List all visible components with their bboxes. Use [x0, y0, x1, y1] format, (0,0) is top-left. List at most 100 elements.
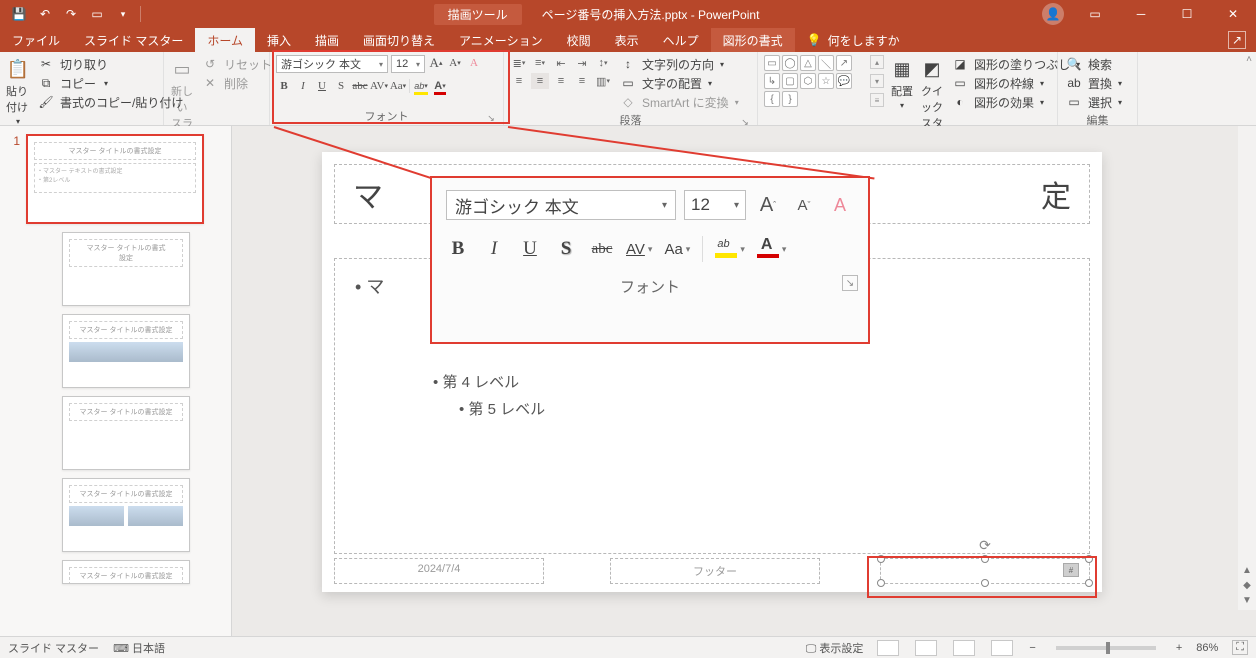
fit-to-window-icon[interactable]: ⛶ — [1232, 640, 1248, 655]
slideshow-view-icon[interactable] — [991, 640, 1013, 656]
bold-button[interactable]: B — [276, 78, 292, 94]
tab-shape-format[interactable]: 図形の書式 — [711, 28, 795, 52]
selection-handle[interactable] — [877, 579, 885, 587]
zoom-in-icon[interactable]: + — [1176, 642, 1182, 654]
tab-home[interactable]: ホーム — [195, 28, 255, 52]
font-size-combo[interactable]: 12▾ — [391, 55, 425, 73]
callout-increase-font-button[interactable]: Aˆ — [754, 191, 782, 219]
align-text-button[interactable]: ▭文字の配置▾ — [618, 74, 741, 92]
shape-arrow-icon[interactable]: ↗ — [836, 55, 852, 71]
bullets-button[interactable]: ≣▾ — [510, 55, 528, 71]
vertical-scrollbar[interactable]: ▲ ◆ ▼ — [1238, 126, 1256, 610]
find-button[interactable]: 🔍検索 — [1064, 55, 1124, 73]
font-name-combo[interactable]: 游ゴシック 本文▾ — [276, 55, 388, 73]
convert-smartart-button[interactable]: ◇SmartArt に変換▾ — [618, 93, 741, 111]
qat-customize-icon[interactable]: ▾ — [112, 3, 134, 25]
line-spacing-button[interactable]: ↕▾ — [594, 55, 612, 71]
language-indicator[interactable]: ⌨ 日本語 — [113, 640, 165, 656]
align-center-button[interactable]: ≡ — [531, 73, 549, 89]
callout-clear-formatting-button[interactable]: A — [826, 191, 854, 219]
callout-shadow-button[interactable]: S — [554, 234, 578, 264]
zoom-out-icon[interactable]: − — [1029, 642, 1035, 654]
close-icon[interactable]: ✕ — [1210, 0, 1256, 28]
layout-thumb-2[interactable]: マスター タイトルの書式設定 — [62, 314, 190, 388]
collapse-ribbon-icon[interactable]: ˄ — [1246, 54, 1252, 65]
scroll-down-icon[interactable]: ▼ — [1242, 595, 1252, 606]
callout-decrease-font-button[interactable]: Aˇ — [790, 191, 818, 219]
arrange-button[interactable]: ▦ 配置 ▾ — [890, 55, 914, 110]
align-right-button[interactable]: ≡ — [552, 73, 570, 89]
fit-slide-icon[interactable]: ◆ — [1243, 580, 1251, 591]
tell-me-search[interactable]: 💡 何をしますか — [795, 28, 912, 52]
undo-icon[interactable]: ↶ — [34, 3, 56, 25]
increase-indent-button[interactable]: ⇥ — [573, 55, 591, 71]
cut-button[interactable]: ✂切り取り — [36, 55, 185, 73]
slide-sorter-view-icon[interactable] — [915, 640, 937, 656]
shadow-button[interactable]: S — [333, 78, 349, 94]
callout-underline-button[interactable]: U — [518, 234, 542, 264]
shape-brace2-icon[interactable]: } — [782, 91, 798, 107]
shape-rectangle-icon[interactable]: ▭ — [764, 55, 780, 71]
selection-handle[interactable] — [1085, 555, 1093, 563]
highlight-color-button[interactable]: ab▾ — [413, 78, 429, 94]
tab-transitions[interactable]: 画面切り替え — [351, 28, 447, 52]
page-number-placeholder[interactable]: ⟳ # — [880, 558, 1090, 584]
align-left-button[interactable]: ≡ — [510, 73, 528, 89]
callout-font-size-combo[interactable]: 12 ▾ — [684, 190, 746, 220]
display-settings-button[interactable]: 🖵 表示設定 — [806, 640, 864, 656]
shape-hexagon-icon[interactable]: ⬡ — [800, 73, 816, 89]
decrease-font-size-button[interactable]: A▾ — [447, 55, 463, 71]
select-button[interactable]: ▭選択▾ — [1064, 93, 1124, 111]
normal-view-icon[interactable] — [877, 640, 899, 656]
date-placeholder[interactable]: 2024/7/4 — [334, 558, 544, 584]
columns-button[interactable]: ▥▾ — [594, 73, 612, 89]
callout-char-spacing-button[interactable]: AV▾ — [626, 234, 652, 264]
font-dialog-launcher-icon[interactable]: ↘ — [485, 112, 497, 124]
master-slide-thumb[interactable]: マスター タイトルの書式設定 ・マスター テキストの書式設定・第2レベル — [26, 134, 204, 224]
layout-thumb-3[interactable]: マスター タイトルの書式設定 — [62, 396, 190, 470]
text-direction-button[interactable]: ↕文字列の方向▾ — [618, 55, 741, 73]
callout-italic-button[interactable]: I — [482, 234, 506, 264]
decrease-indent-button[interactable]: ⇤ — [552, 55, 570, 71]
justify-button[interactable]: ≡ — [573, 73, 591, 89]
tab-review[interactable]: 校閲 — [555, 28, 603, 52]
redo-icon[interactable]: ↷ — [60, 3, 82, 25]
selection-handle[interactable] — [981, 555, 989, 563]
increase-font-size-button[interactable]: A▴ — [428, 55, 444, 71]
account-avatar-icon[interactable]: 👤 — [1042, 3, 1064, 25]
delete-slide-button[interactable]: ✕削除 — [200, 74, 274, 92]
rotate-handle-icon[interactable]: ⟳ — [979, 537, 991, 554]
zoom-slider[interactable] — [1056, 646, 1156, 650]
copy-button[interactable]: ⧉コピー▾ — [36, 74, 185, 92]
layout-thumb-4[interactable]: マスター タイトルの書式設定 — [62, 478, 190, 552]
selection-handle[interactable] — [877, 555, 885, 563]
tab-slide-master[interactable]: スライド マスター — [72, 28, 195, 52]
tab-insert[interactable]: 挿入 — [255, 28, 303, 52]
shapes-gallery-more[interactable]: ▴▾≡ — [870, 55, 884, 107]
zoom-percent[interactable]: 86% — [1196, 642, 1218, 654]
tab-file[interactable]: ファイル — [0, 28, 72, 52]
numbering-button[interactable]: ≡▾ — [531, 55, 549, 71]
scroll-up-icon[interactable]: ▲ — [1242, 565, 1252, 576]
minimize-icon[interactable]: ─ — [1118, 0, 1164, 28]
selection-handle[interactable] — [1085, 579, 1093, 587]
shape-star-icon[interactable]: ☆ — [818, 73, 834, 89]
font-color-button[interactable]: A▾ — [432, 78, 448, 94]
layout-thumb-5[interactable]: マスター タイトルの書式設定 — [62, 560, 190, 584]
callout-strikethrough-button[interactable]: abc — [590, 234, 614, 264]
shape-triangle-icon[interactable]: △ — [800, 55, 816, 71]
maximize-icon[interactable]: ☐ — [1164, 0, 1210, 28]
tab-animations[interactable]: アニメーション — [447, 28, 555, 52]
tab-help[interactable]: ヘルプ — [651, 28, 711, 52]
shape-connector-icon[interactable]: ↳ — [764, 73, 780, 89]
callout-dialog-launcher-icon[interactable]: ↘ — [842, 275, 858, 291]
replace-button[interactable]: ab置換▾ — [1064, 74, 1124, 92]
shape-oval-icon[interactable]: ◯ — [782, 55, 798, 71]
shape-callout-icon[interactable]: 💬 — [836, 73, 852, 89]
shapes-gallery[interactable]: ▭ ◯ △ ＼ ↗ ↳ ▢ ⬡ ☆ 💬 { } — [764, 55, 868, 107]
selection-handle[interactable] — [981, 579, 989, 587]
layout-thumb-1[interactable]: マスター タイトルの書式 設定 — [62, 232, 190, 306]
strikethrough-button[interactable]: abc — [352, 78, 368, 94]
char-spacing-button[interactable]: AV▾ — [371, 78, 387, 94]
callout-highlight-button[interactable]: ▾ — [715, 234, 745, 264]
